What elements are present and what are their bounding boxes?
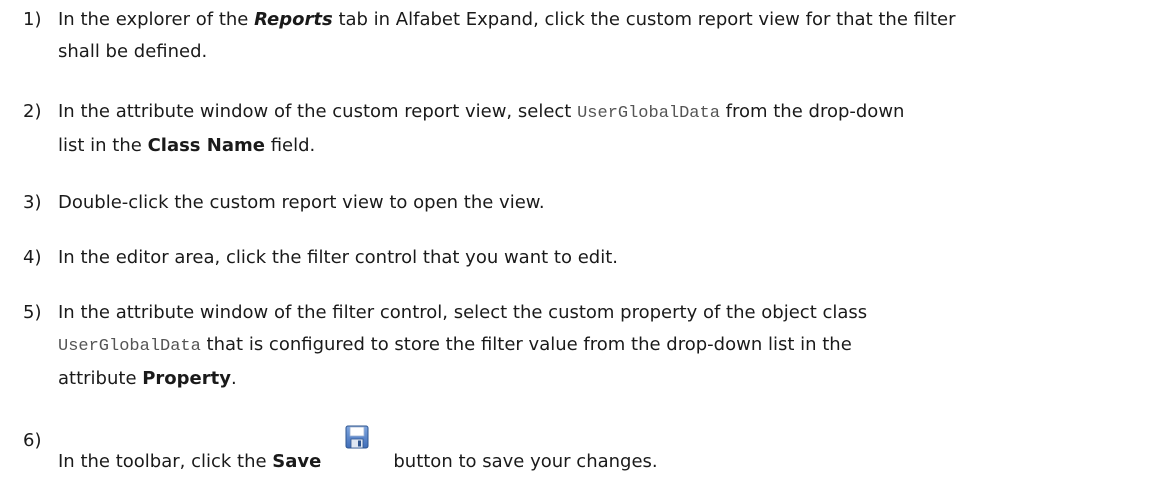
step-text: Double-click the custom report view to o… xyxy=(58,187,1158,219)
floppy-disk-save-icon xyxy=(345,425,369,449)
class-name-field-label: Class Name xyxy=(147,135,265,156)
step-number: 6) xyxy=(23,430,42,451)
step-number: 1) xyxy=(23,9,42,30)
step-text: In the attribute window of the filter co… xyxy=(58,297,1158,395)
step-text-segment: field. xyxy=(264,135,316,156)
step-text-segment: button to save your changes. xyxy=(393,451,658,472)
class-name-code: UserGlobalData xyxy=(577,104,720,123)
step-text: In the explorer of the Reports tab in Al… xyxy=(58,4,1158,68)
step-text-segment: shall be defined. xyxy=(58,41,208,62)
reports-tab-name: Reports xyxy=(254,9,333,30)
step-text-segment: from the drop-down xyxy=(719,101,905,122)
step-text-segment: Double-click the custom report view to o… xyxy=(58,192,545,213)
step-text-segment: tab in Alfabet Expand, click the custom … xyxy=(332,9,956,30)
step-number: 2) xyxy=(23,101,42,122)
property-attribute-label: Property xyxy=(142,368,231,389)
class-name-code: UserGlobalData xyxy=(58,337,201,356)
step-text: In the attribute window of the custom re… xyxy=(58,96,1158,162)
step-text-segment: In the attribute window of the filter co… xyxy=(58,302,868,323)
step-text-segment: In the editor area, click the filter con… xyxy=(58,247,618,268)
instruction-steps: 1) In the explorer of the Reports tab in… xyxy=(0,0,1171,472)
step-text-segment: . xyxy=(230,368,237,389)
step-number: 5) xyxy=(23,302,42,323)
step-text: In the toolbar, click the Save button to … xyxy=(58,425,1158,478)
step-text-segment: attribute xyxy=(58,368,143,389)
step-text-segment: that is configured to store the filter v… xyxy=(200,334,852,355)
step-text-segment: In the attribute window of the custom re… xyxy=(58,101,578,122)
step-text-segment: In the explorer of the xyxy=(58,9,255,30)
step-text-segment: In the toolbar, click the xyxy=(58,451,273,472)
save-button-label: Save xyxy=(272,451,322,472)
step-number: 4) xyxy=(23,247,42,268)
step-text-segment: list in the xyxy=(58,135,148,156)
step-text: In the editor area, click the filter con… xyxy=(58,242,1158,274)
step-number: 3) xyxy=(23,192,42,213)
